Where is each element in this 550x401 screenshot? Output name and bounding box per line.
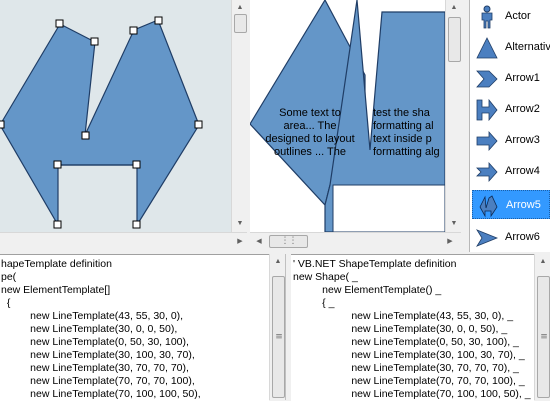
code-text: hapeTemplate definition pe( new ElementT… <box>0 255 269 401</box>
actor-icon <box>481 5 493 29</box>
scroll-thumb[interactable]: ⋮⋮ <box>269 235 308 248</box>
shape-preview: Some text to area... The designed to lay… <box>250 0 445 232</box>
csharp-code-editor[interactable]: hapeTemplate definition pe( new ElementT… <box>0 254 269 401</box>
handle[interactable] <box>194 120 203 129</box>
scroll-left-arrow-icon[interactable]: ◀ <box>252 235 266 249</box>
shape-list-item-arrow4[interactable]: Arrow4 <box>472 157 550 186</box>
scroll-up-arrow-icon[interactable]: ▲ <box>233 1 247 15</box>
shape-list-item-label: Arrow2 <box>505 103 540 115</box>
scroll-thumb[interactable]: ≡ <box>537 276 550 398</box>
scroll-up-arrow-icon[interactable]: ▲ <box>447 1 461 15</box>
code-line: new LineTemplate(0, 50, 30, 100), <box>1 336 189 348</box>
code-line: new LineTemplate(30, 70, 70, 70), _ <box>293 362 519 374</box>
preview-text-line: test the sha <box>373 107 430 119</box>
shape-list-item-label: Arrow4 <box>505 165 540 177</box>
handle[interactable] <box>154 16 163 25</box>
scroll-thumb[interactable] <box>234 14 247 33</box>
code-line: hapeTemplate definition <box>1 258 112 270</box>
double-notch-arrow-icon <box>476 98 498 122</box>
dart-arrow-icon <box>476 229 498 247</box>
shape-list[interactable]: Actor Alternative Arrow1 Arrow2 Arrow3 A… <box>469 0 550 252</box>
code-line: new LineTemplate(43, 55, 30, 0), _ <box>293 310 514 322</box>
handle[interactable] <box>129 26 138 35</box>
code-line: { <box>1 297 11 309</box>
scroll-thumb[interactable] <box>448 17 461 62</box>
editor-horizontal-scrollbar[interactable]: ▶ <box>0 232 247 250</box>
shape-list-item-label: Arrow5 <box>506 199 541 211</box>
shape-list-item-arrow2[interactable]: Arrow2 <box>472 95 550 124</box>
code-line: new ElementTemplate[] <box>1 284 111 296</box>
preview-horizontal-scrollbar[interactable]: ◀ ⋮⋮ ▶ <box>250 232 461 250</box>
code-line: pe( <box>1 271 17 283</box>
triangle-icon <box>476 37 498 59</box>
scroll-down-arrow-icon[interactable]: ▼ <box>233 217 247 231</box>
preview-text-right: test the sha formatting al text inside p… <box>373 107 445 159</box>
code-line: new LineTemplate(70, 70, 70, 100), <box>1 375 195 387</box>
preview-text-line: outlines ... The <box>274 146 346 158</box>
shape-list-item-label: Arrow3 <box>505 134 540 146</box>
shape-list-item-arrow3[interactable]: Arrow3 <box>472 126 550 155</box>
scroll-thumb[interactable]: ≡ <box>272 276 285 398</box>
code-line: { _ <box>293 297 335 309</box>
code-line: new LineTemplate(30, 0, 0, 50), <box>1 323 178 335</box>
compound-arrow-icon <box>479 195 498 218</box>
code-line: new LineTemplate(0, 50, 30, 100), _ <box>293 336 519 348</box>
code-line: new ElementTemplate() _ <box>293 284 442 296</box>
vbnet-code-editor[interactable]: ' VB.NET ShapeTemplate definition new Sh… <box>291 254 534 401</box>
handle[interactable] <box>53 160 62 169</box>
handle[interactable] <box>90 37 99 46</box>
shape-list-item-arrow1[interactable]: Arrow1 <box>472 64 550 93</box>
shape-list-item-alternative[interactable]: Alternative <box>472 33 550 62</box>
handle[interactable] <box>81 131 90 140</box>
code-line: new LineTemplate(70, 100, 100, 50), <box>1 388 201 400</box>
block-arrow-icon <box>476 130 498 152</box>
shape-list-item-actor[interactable]: Actor <box>472 2 550 31</box>
shape-list-item-label: Actor <box>505 10 531 22</box>
shape-list-item-arrow6[interactable]: Arrow6 <box>472 223 550 252</box>
handle[interactable] <box>55 19 64 28</box>
handle[interactable] <box>0 120 5 129</box>
handle[interactable] <box>132 160 141 169</box>
code-line: new LineTemplate(30, 100, 30, 70), <box>1 349 195 361</box>
scroll-up-arrow-icon[interactable]: ▲ <box>271 255 285 269</box>
shape-list-item-label: Arrow1 <box>505 72 540 84</box>
code-line: new LineTemplate(30, 0, 0, 50), _ <box>293 323 508 335</box>
chevron-arrow-icon <box>476 70 498 88</box>
handle[interactable] <box>132 220 141 229</box>
code-line: new LineTemplate(43, 55, 30, 0), <box>1 310 184 322</box>
code-line: new LineTemplate(70, 70, 70, 100), _ <box>293 375 525 387</box>
scroll-down-arrow-icon[interactable]: ▼ <box>447 217 461 231</box>
preview-text-line: Some text to <box>279 107 341 119</box>
preview-text-line: area... The <box>283 120 337 132</box>
scroll-right-arrow-icon[interactable]: ▶ <box>443 235 457 249</box>
preview-text-left: Some text to area... The designed to lay… <box>260 107 360 159</box>
preview-text-line: designed to layout <box>265 133 355 145</box>
handle[interactable] <box>53 220 62 229</box>
edited-shape[interactable] <box>0 19 200 228</box>
preview-vertical-scrollbar[interactable]: ▲ ▼ <box>445 0 462 232</box>
code-line: new LineTemplate(70, 100, 100, 50), _ <box>293 388 531 400</box>
preview-text-line: formatting alg <box>373 146 440 158</box>
code-line: new Shape( _ <box>293 271 358 283</box>
code-line: new LineTemplate(30, 100, 30, 70), _ <box>293 349 525 361</box>
scroll-up-arrow-icon[interactable]: ▲ <box>536 255 550 269</box>
scroll-right-arrow-icon[interactable]: ▶ <box>233 235 247 249</box>
shape-editor-canvas[interactable] <box>0 0 231 232</box>
code-line: new LineTemplate(30, 70, 70, 70), <box>1 362 189 374</box>
notched-block-arrow-icon <box>476 161 498 183</box>
code-text: ' VB.NET ShapeTemplate definition new Sh… <box>291 255 534 401</box>
shape-list-item-label: Alternative <box>505 41 550 53</box>
editor-vertical-scrollbar[interactable]: ▲ ▼ <box>231 0 248 232</box>
preview-text-line: text inside p <box>373 133 432 145</box>
preview-text-line: formatting al <box>373 120 434 132</box>
vbnet-code-scrollbar[interactable]: ▲ ≡ <box>534 254 550 400</box>
shape-list-item-label: Arrow6 <box>505 231 540 243</box>
code-line: ' VB.NET ShapeTemplate definition <box>293 258 457 270</box>
shape-list-item-arrow5[interactable]: Arrow5 <box>472 190 550 219</box>
shape-editor-drawing <box>0 16 203 229</box>
csharp-code-scrollbar[interactable]: ▲ ≡ <box>269 254 286 400</box>
